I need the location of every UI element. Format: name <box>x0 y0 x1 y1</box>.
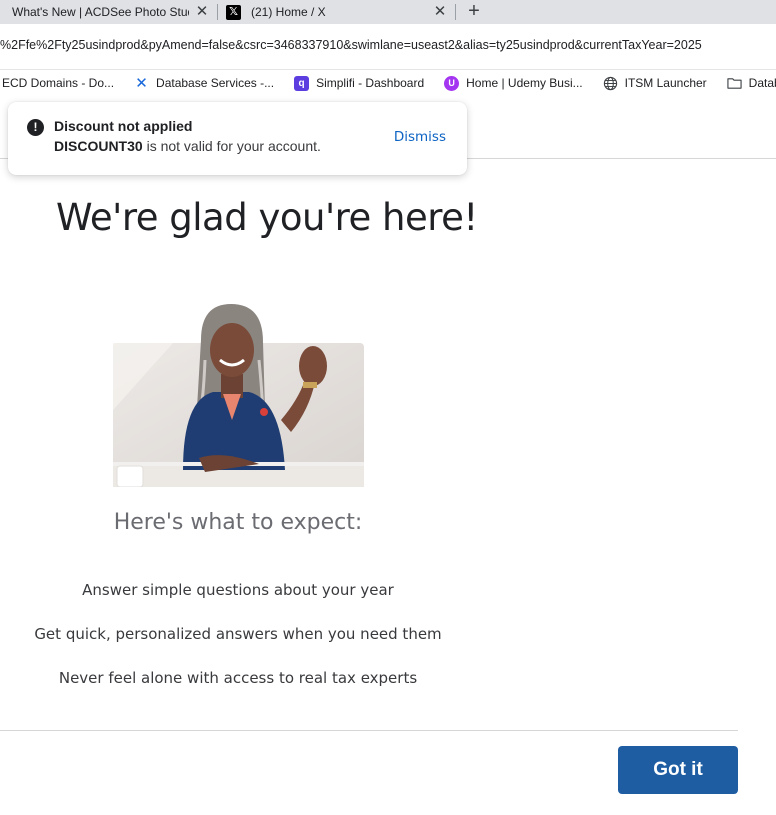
tab-title: (21) Home / X <box>251 5 326 19</box>
toast-message-text: is not valid for your account. <box>142 138 321 154</box>
toast-title: Discount not applied <box>54 118 193 134</box>
discount-toast: ! Discount not applied DISCOUNT30 is not… <box>8 102 467 175</box>
bookmark-simplifi[interactable]: q Simplifi - Dashboard <box>294 75 425 91</box>
tab-separator <box>455 4 456 20</box>
address-bar[interactable]: %2Ffe%2Fty25usindprod&pyAmend=false&csrc… <box>0 24 776 70</box>
exclamation-icon: ! <box>27 119 44 136</box>
bookmark-udemy[interactable]: U Home | Udemy Busi... <box>444 75 583 91</box>
bookmark-folder-database[interactable]: Database <box>727 76 776 91</box>
footer-divider <box>0 730 738 731</box>
confluence-icon: ✕ <box>135 75 148 92</box>
bookmark-label: Home | Udemy Busi... <box>466 76 583 90</box>
list-item: Never feel alone with access to real tax… <box>58 669 418 687</box>
section-heading: Here's what to expect: <box>113 510 363 535</box>
page-title: We're glad you're here! <box>56 196 478 239</box>
bookmarks-bar: ECD Domains - Do... ✕ Database Services … <box>0 70 776 96</box>
bookmark-ecd-domains[interactable]: ECD Domains - Do... <box>2 76 114 90</box>
browser-tab-strip: What's New | ACDSee Photo Studio ✕ 𝕏 (21… <box>0 0 776 24</box>
udemy-icon: U <box>444 75 460 91</box>
bookmark-label: ECD Domains - Do... <box>2 76 115 90</box>
bookmark-label: Database Services -... <box>156 76 275 90</box>
tab-title: What's New | ACDSee Photo Studio <box>12 5 189 19</box>
url-text[interactable]: %2Ffe%2Fty25usindprod&pyAmend=false&csrc… <box>0 38 776 52</box>
list-item: Answer simple questions about your year <box>82 581 394 599</box>
dismiss-button[interactable]: Dismiss <box>394 129 446 145</box>
got-it-button[interactable]: Got it <box>618 746 738 794</box>
close-icon[interactable]: ✕ <box>194 4 210 20</box>
bookmark-itsm-launcher[interactable]: ITSM Launcher <box>603 76 707 91</box>
x-logo-icon: 𝕏 <box>226 4 241 20</box>
browser-tab-x-home[interactable]: 𝕏 (21) Home / X ✕ <box>218 0 456 24</box>
close-icon[interactable]: ✕ <box>432 4 448 20</box>
new-tab-plus-icon[interactable]: + <box>462 0 486 24</box>
globe-icon <box>603 76 618 91</box>
discount-code: DISCOUNT30 <box>54 138 143 154</box>
folder-icon <box>727 76 742 91</box>
bookmark-label: Simplifi - Dashboard <box>316 76 425 90</box>
expectations-list: Answer simple questions about your year … <box>0 578 476 710</box>
browser-tab-acdsee[interactable]: What's New | ACDSee Photo Studio ✕ <box>0 0 218 24</box>
toast-message: DISCOUNT30 is not valid for your account… <box>54 138 321 154</box>
bookmark-label: Database <box>748 76 776 90</box>
list-item: Get quick, personalized answers when you… <box>34 625 442 643</box>
bookmark-database-services[interactable]: ✕ Database Services -... <box>134 75 275 92</box>
simplifi-icon: q <box>294 75 310 91</box>
hero-image <box>113 300 364 488</box>
bookmark-label: ITSM Launcher <box>624 76 707 90</box>
